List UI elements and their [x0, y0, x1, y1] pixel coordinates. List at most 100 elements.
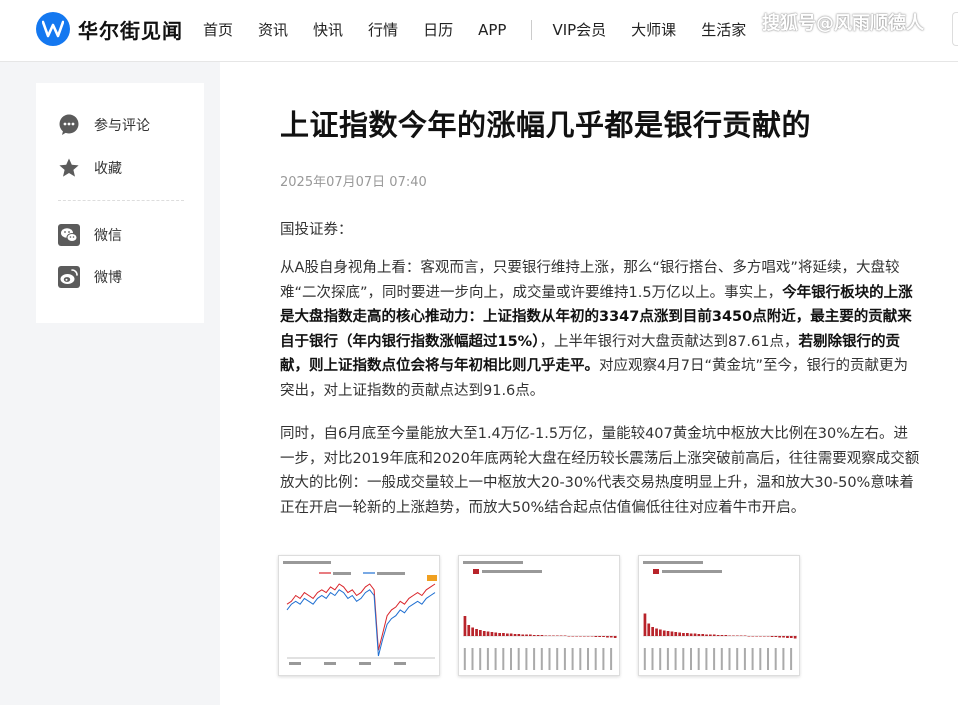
legend-swatch	[473, 569, 479, 574]
tick-label-blur	[720, 648, 723, 670]
sidebar-item-favorite[interactable]: 收藏	[58, 157, 122, 179]
bar-chart	[643, 561, 797, 670]
nav-flash[interactable]: 快讯	[313, 19, 343, 40]
bar	[662, 630, 666, 636]
bar	[590, 636, 594, 637]
bar	[613, 636, 617, 638]
tick-label-blur	[289, 662, 301, 665]
bar	[782, 636, 785, 638]
chart-title-blur	[283, 561, 331, 564]
bar	[579, 636, 582, 637]
nav-calendar[interactable]: 日历	[423, 19, 453, 40]
bar	[536, 635, 540, 636]
tick-label-blur	[517, 648, 520, 670]
chart-title-blur	[463, 561, 523, 564]
tick-label-blur	[494, 648, 497, 670]
wechat-icon	[58, 224, 80, 246]
tick-label-blur	[579, 648, 582, 670]
tick-label-blur	[767, 648, 769, 670]
top-header: 华尔街见闻 首页 资讯 快讯 行情 日历 APP VIP会员 大师课 生活家 搜…	[0, 0, 958, 62]
tick-label-blur	[751, 648, 754, 670]
bar	[716, 635, 720, 636]
nav-home[interactable]: 首页	[203, 19, 233, 40]
tick-label-blur	[705, 648, 708, 670]
star-icon	[58, 157, 80, 179]
legend-text-blur	[377, 572, 405, 575]
bar	[521, 634, 525, 636]
sidebar-item-label: 微信	[94, 228, 122, 244]
bar	[659, 629, 662, 636]
bar	[732, 635, 735, 636]
bar	[583, 636, 586, 637]
chart-thumbnail-3[interactable]	[638, 555, 800, 676]
bar	[532, 635, 536, 636]
article-source: 国投证券：	[280, 222, 353, 238]
bar	[759, 636, 762, 637]
bar	[490, 632, 494, 636]
bar	[743, 635, 747, 636]
bar	[486, 631, 490, 636]
bar	[563, 635, 567, 636]
bar	[502, 633, 505, 636]
series-line	[286, 583, 436, 651]
bar	[540, 635, 544, 636]
bar	[786, 636, 789, 638]
comment-icon	[58, 114, 80, 136]
bar	[793, 636, 797, 639]
article-paragraph-1: 从A股自身视角上看：客观而言，只要银行维持上涨，那么“银行搭台、多方唱戏”将延续…	[280, 256, 920, 403]
bar	[670, 631, 674, 636]
legend-swatch	[653, 569, 659, 574]
bar	[463, 616, 467, 636]
bar	[513, 634, 517, 636]
bar	[682, 633, 685, 636]
bar	[647, 623, 651, 636]
share-sidebar: 参与评论 收藏 微信 微博	[36, 83, 204, 323]
nav-masterclass[interactable]: 大师课	[631, 19, 676, 40]
legend-text-blur	[662, 570, 722, 573]
tick-label-blur	[463, 648, 466, 670]
nav-news[interactable]: 资讯	[258, 19, 288, 40]
search-box-edge[interactable]	[952, 12, 958, 46]
tick-label-blur	[659, 648, 662, 670]
bar	[517, 634, 521, 636]
nav-lifestyle[interactable]: 生活家	[701, 19, 746, 40]
bar	[701, 634, 705, 636]
bar	[747, 636, 751, 637]
bar	[556, 635, 559, 636]
sidebar-item-comment[interactable]: 参与评论	[58, 114, 150, 136]
sidebar-item-weibo[interactable]: 微博	[58, 266, 122, 288]
sidebar-item-wechat[interactable]: 微信	[58, 224, 122, 246]
tick-label-blur	[743, 648, 746, 670]
bar	[724, 635, 728, 636]
tick-label-blur	[643, 648, 646, 670]
tick-label-blur	[479, 648, 482, 670]
tick-label-blur	[774, 648, 777, 670]
weibo-icon	[58, 266, 80, 288]
tick-label-blur	[713, 648, 716, 670]
nav-vip[interactable]: VIP会员	[552, 19, 606, 40]
tick-label-blur	[486, 648, 489, 670]
bar	[494, 632, 498, 636]
bar	[498, 633, 501, 636]
bar	[774, 636, 778, 637]
tick-label-blur	[394, 662, 406, 665]
sidebar-item-label: 收藏	[94, 161, 122, 177]
sidebar-item-label: 微博	[94, 270, 122, 286]
chart-thumbnail-2[interactable]	[458, 555, 620, 676]
bar	[728, 635, 731, 636]
tick-label-blur	[610, 648, 613, 670]
tick-label-blur	[728, 648, 731, 670]
chart-thumbnail-1[interactable]	[278, 555, 440, 676]
bar	[525, 634, 528, 636]
nav-markets[interactable]: 行情	[368, 19, 398, 40]
paragraph-text: ，上半年银行对大盘贡献达到87.61点，	[539, 333, 799, 350]
site-logo[interactable]: 华尔街见闻	[36, 12, 183, 46]
tick-label-blur	[510, 648, 512, 670]
bar	[712, 634, 716, 636]
bar	[770, 636, 774, 637]
bar	[686, 633, 689, 636]
nav-app[interactable]: APP	[478, 21, 506, 39]
bar	[739, 635, 743, 636]
bar	[479, 630, 482, 636]
bar	[751, 636, 755, 637]
